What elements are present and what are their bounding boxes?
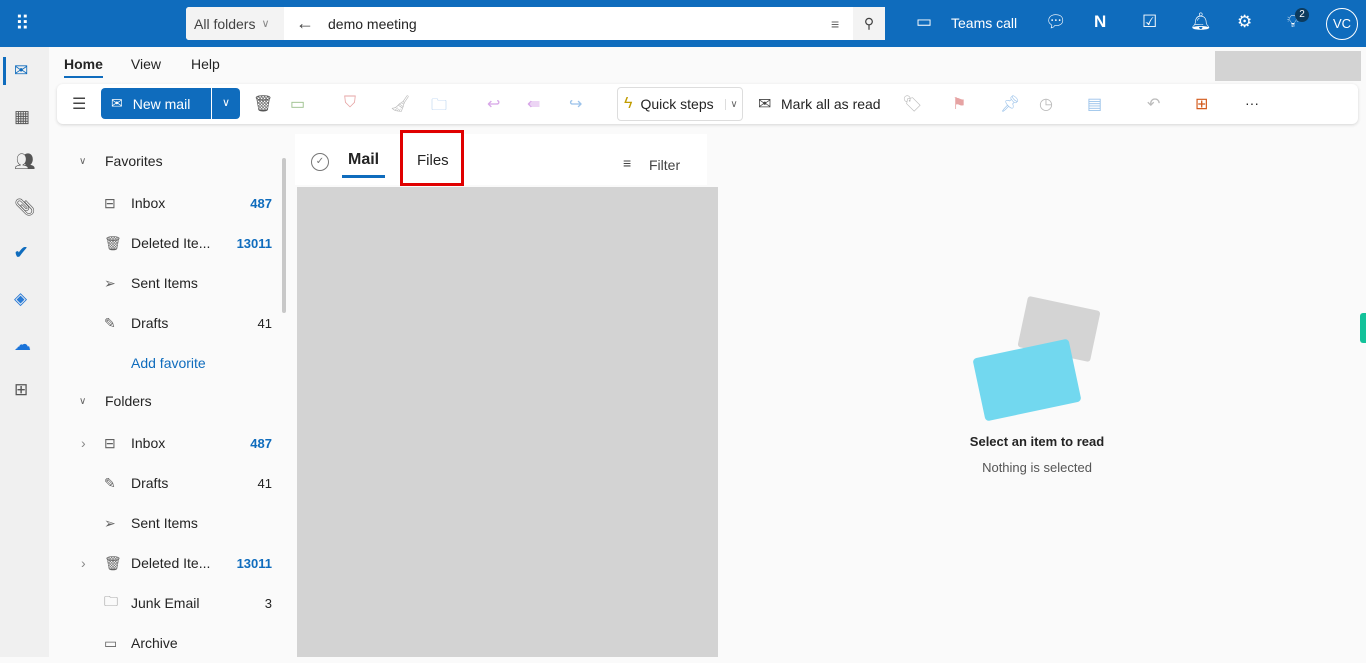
gear-icon[interactable]: ⚙ <box>1237 12 1252 32</box>
junk-icon: 🗀 <box>104 593 118 609</box>
send-icon: ➢ <box>104 514 116 531</box>
favorite-deleted-items[interactable]: 🗑︎ Deleted Ite... 13011 <box>57 223 277 263</box>
favorite-sent-items[interactable]: ➢ Sent Items <box>57 263 277 303</box>
quick-steps-label: Quick steps <box>640 96 714 112</box>
folder-pane-scrollbar[interactable] <box>282 158 286 313</box>
tab-home[interactable]: Home <box>64 56 103 78</box>
report-icon[interactable]: ⛉ <box>344 94 356 112</box>
new-mail-label: New mail <box>132 95 191 112</box>
folder-archive[interactable]: ▭ Archive <box>57 623 277 663</box>
section-label: Favorites <box>105 153 163 169</box>
inbox-icon: ⊟ <box>104 194 116 211</box>
scope-label: All folders <box>194 15 256 32</box>
snooze-clock-icon[interactable]: ◷ <box>1039 94 1053 114</box>
new-mail-dropdown[interactable]: ∨ <box>211 88 240 119</box>
empty-state-title: Select an item to read <box>969 434 1105 449</box>
mail-icon[interactable]: ✉ <box>14 61 28 81</box>
search-box[interactable]: All folders ∨ ← demo meeting ≡ ⚲ <box>186 7 885 40</box>
bell-icon[interactable]: 🔔︎ <box>1190 12 1212 32</box>
filter-icon[interactable]: ≡ <box>623 155 631 171</box>
pencil-icon: ✎ <box>104 314 116 331</box>
undo-icon[interactable]: ↶ <box>1147 94 1160 114</box>
people-icon[interactable]: 👥︎ <box>14 152 36 172</box>
chevron-down-icon[interactable]: ∨ <box>725 98 742 110</box>
folders-header[interactable]: ∨ Folders <box>57 381 277 421</box>
add-favorite-link[interactable]: Add favorite <box>57 343 277 383</box>
favorite-inbox[interactable]: ⊟ Inbox 487 <box>57 183 277 223</box>
new-mail-button[interactable]: ✉ New mail ∨ <box>101 88 240 119</box>
folder-inbox[interactable]: › ⊟ Inbox 487 <box>57 423 277 463</box>
back-arrow-icon[interactable]: ← <box>296 13 314 34</box>
tab-view[interactable]: View <box>131 56 161 78</box>
archive-icon[interactable]: ▭ <box>290 94 305 114</box>
search-icon[interactable]: ⚲ <box>853 7 885 40</box>
move-to-icon[interactable]: 🗀 <box>431 94 447 121</box>
favorite-drafts[interactable]: ✎ Drafts 41 <box>57 303 277 343</box>
teams-call-button[interactable]: Teams call <box>951 15 1017 31</box>
calendar-icon[interactable]: ▦ <box>14 107 30 127</box>
envelope-open-icon: ✉ <box>758 96 772 113</box>
filter-button[interactable]: Filter <box>649 157 680 173</box>
favorites-header[interactable]: ∨ Favorites <box>57 141 277 181</box>
quick-steps-button[interactable]: ϟ Quick steps ∨ <box>617 87 743 121</box>
app-rail: ✉ ▦ 👥︎ 📎︎ ✔ ◈ ☁ ⊞ <box>0 47 49 657</box>
sweep-icon[interactable]: 🧹︎ <box>390 94 410 114</box>
message-list-placeholder <box>297 187 718 657</box>
mark-all-read-button[interactable]: Mark all as read <box>781 96 881 112</box>
pencil-icon: ✎ <box>104 474 116 491</box>
rules-icon[interactable]: ▤ <box>1087 94 1102 114</box>
highlight-box <box>400 130 464 186</box>
folder-scope-dropdown[interactable]: All folders ∨ <box>186 7 284 40</box>
apps-icon[interactable]: ⊞ <box>14 380 28 400</box>
chat-icon[interactable]: 💬︎ <box>1045 12 1067 32</box>
attachment-icon[interactable]: 📎︎ <box>14 198 36 218</box>
forward-icon[interactable]: ↪ <box>569 94 582 114</box>
app-launcher-icon[interactable]: ⠿ <box>15 11 30 36</box>
calendar-check-icon[interactable]: ☑ <box>1142 12 1157 32</box>
top-bar: ⠿ All folders ∨ ← demo meeting ≡ ⚲ ▭ Team… <box>0 0 1366 47</box>
add-apps-icon[interactable]: ⊞ <box>1195 94 1208 114</box>
hamburger-menu-icon[interactable]: ☰ <box>72 94 86 114</box>
todo-icon[interactable]: ✔ <box>14 243 28 263</box>
side-panel-handle[interactable] <box>1360 313 1366 343</box>
more-options-button[interactable]: ··· <box>1245 95 1259 111</box>
inbox-icon: ⊟ <box>104 434 116 451</box>
onenote-icon[interactable]: N <box>1094 12 1106 32</box>
trash-icon: 🗑︎ <box>104 554 122 571</box>
delete-icon[interactable]: 🗑︎ <box>253 94 273 114</box>
reply-icon[interactable]: ↩ <box>487 94 500 114</box>
ribbon-toolbar: ☰ ✉ New mail ∨ 🗑︎ ▭ ⛉ 🧹︎ 🗀 ↩ ⇚ ↪ ϟ Quick… <box>57 84 1358 124</box>
redacted-region <box>1215 51 1361 81</box>
video-camera-icon[interactable]: ▭ <box>916 12 932 32</box>
message-list-header: ✓ Mail Files ≡ Filter <box>295 130 707 186</box>
ribbon-tabs: Home View Help <box>64 56 220 78</box>
tab-mail[interactable]: Mail <box>342 151 386 178</box>
tab-help[interactable]: Help <box>191 56 220 78</box>
envelope-icon: ✉ <box>111 95 123 111</box>
avatar[interactable]: VC <box>1326 8 1358 40</box>
pin-icon[interactable]: 📌︎ <box>1000 94 1020 114</box>
lightning-icon: ϟ <box>624 95 633 112</box>
send-icon: ➢ <box>104 274 116 291</box>
onedrive-icon[interactable]: ☁ <box>14 335 31 355</box>
folder-deleted-items[interactable]: › 🗑︎ Deleted Ite... 13011 <box>57 543 277 583</box>
notification-badge: 2 <box>1295 8 1309 22</box>
folder-sent-items[interactable]: ➢ Sent Items <box>57 503 277 543</box>
archive-icon: ▭ <box>104 634 118 651</box>
select-all-checkbox[interactable]: ✓ <box>311 153 329 171</box>
folder-junk-email[interactable]: 🗀 Junk Email 3 <box>57 583 277 623</box>
flag-icon[interactable]: ⚑ <box>952 94 966 114</box>
folder-drafts[interactable]: ✎ Drafts 41 <box>57 463 277 503</box>
reply-all-icon[interactable]: ⇚ <box>527 94 540 114</box>
trash-icon: 🗑︎ <box>104 234 122 251</box>
search-input[interactable]: demo meeting <box>328 16 417 32</box>
microsoft365-icon[interactable]: ◈ <box>14 289 27 309</box>
search-filter-icon[interactable]: ≡ <box>831 16 839 32</box>
tag-icon[interactable]: 🏷︎ <box>902 94 922 114</box>
chevron-down-icon: ∨ <box>261 18 270 30</box>
empty-state-subtitle: Nothing is selected <box>982 460 1092 475</box>
